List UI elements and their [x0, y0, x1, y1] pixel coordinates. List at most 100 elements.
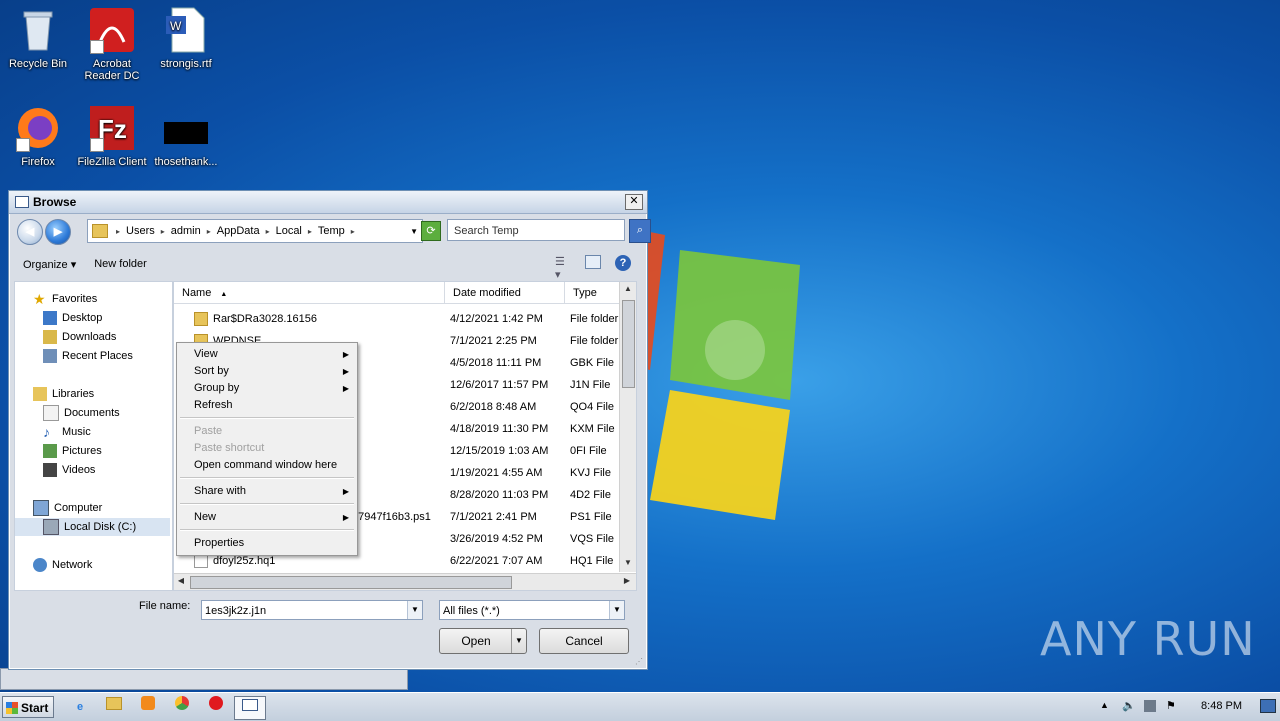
- scroll-up-arrow-icon[interactable]: ▲: [621, 282, 635, 296]
- column-header-type[interactable]: Type: [565, 282, 625, 304]
- chevron-down-icon[interactable]: ▼: [511, 629, 526, 653]
- file-name-label: File name:: [139, 600, 191, 612]
- chevron-right-icon: ▸: [350, 226, 355, 236]
- date-modified-cell: 7/1/2021 2:41 PM: [450, 511, 537, 523]
- breadcrumb-local[interactable]: Local: [276, 225, 302, 237]
- view-options-icon[interactable]: ☰ ▾: [555, 255, 571, 281]
- chevron-down-icon[interactable]: ▼: [609, 601, 624, 619]
- internet-explorer-icon[interactable]: e: [68, 696, 92, 718]
- date-modified-cell: 4/18/2019 11:30 PM: [450, 423, 549, 435]
- horizontal-scroll-thumb[interactable]: [190, 576, 512, 589]
- shortcut-arrow-icon: [90, 40, 104, 54]
- desktop-icon-thosethank[interactable]: thosethank...: [148, 98, 224, 168]
- type-cell: KVJ File: [570, 467, 611, 479]
- scroll-left-arrow-icon[interactable]: ◀: [174, 574, 188, 588]
- breadcrumb-users[interactable]: Users: [126, 225, 155, 237]
- nav-favorites[interactable]: ★ Favorites: [33, 290, 188, 308]
- vertical-scrollbar[interactable]: ▲ ▼: [619, 282, 636, 572]
- chrome-icon[interactable]: [170, 696, 194, 718]
- date-modified-cell: 12/6/2017 11:57 PM: [450, 379, 549, 391]
- dialog-title: Browse: [33, 195, 77, 209]
- nav-local-disk[interactable]: Local Disk (C:): [15, 518, 170, 536]
- menu-item-new[interactable]: New ▶: [177, 509, 357, 526]
- file-name-input[interactable]: 1es3jk2z.j1n ▼: [201, 600, 423, 620]
- chevron-down-icon[interactable]: ▼: [407, 601, 422, 619]
- menu-item-open-command-window[interactable]: Open command window here: [177, 457, 357, 474]
- preview-pane-icon[interactable]: [585, 255, 601, 269]
- file-type-filter[interactable]: All files (*.*) ▼: [439, 600, 625, 620]
- browse-dialog-taskbar-button[interactable]: [234, 696, 266, 720]
- forward-button[interactable]: ▶: [45, 219, 71, 245]
- organize-button[interactable]: Organize ▾: [19, 256, 80, 273]
- nav-network[interactable]: Network: [33, 556, 188, 574]
- type-cell: KXM File: [570, 423, 615, 435]
- clock[interactable]: 8:48 PM: [1201, 700, 1242, 712]
- scroll-down-arrow-icon[interactable]: ▼: [621, 556, 635, 570]
- word-doc-icon: W: [162, 6, 210, 54]
- folder-icon: [194, 312, 208, 326]
- scroll-right-arrow-icon[interactable]: ▶: [620, 574, 634, 588]
- desktop-icon-label: Recycle Bin: [8, 58, 68, 70]
- column-header-date[interactable]: Date modified: [445, 282, 565, 304]
- desktop-icon-strongis-rtf[interactable]: W strongis.rtf: [148, 0, 224, 70]
- search-icon[interactable]: ⌕: [629, 219, 651, 243]
- nav-label: Downloads: [62, 331, 117, 343]
- volume-icon[interactable]: 🔈: [1122, 699, 1136, 712]
- nav-libraries[interactable]: Libraries: [33, 385, 188, 403]
- nav-label: Computer: [54, 502, 103, 514]
- svg-text:W: W: [170, 19, 182, 33]
- menu-item-view[interactable]: View ▶: [177, 346, 357, 363]
- date-modified-cell: 1/19/2021 4:55 AM: [450, 467, 543, 479]
- back-button[interactable]: ◀: [17, 219, 43, 245]
- column-header-name[interactable]: Name ▲: [174, 282, 445, 304]
- cancel-button[interactable]: Cancel: [539, 628, 629, 654]
- table-row[interactable]: Rar$DRa3028.16156 4/12/2021 1:42 PM File f…: [174, 308, 620, 330]
- help-icon[interactable]: ?: [615, 255, 631, 271]
- vertical-scroll-thumb[interactable]: [622, 300, 635, 388]
- new-folder-button[interactable]: New folder: [90, 256, 151, 272]
- network-tray-icon[interactable]: [1144, 700, 1156, 712]
- navigation-pane: ★ Favorites Desktop Downloads Recent Pla…: [14, 281, 173, 591]
- breadcrumb[interactable]: ▸ Users ▸ admin ▸ AppData ▸ Local ▸ Temp…: [87, 219, 423, 243]
- show-hidden-icons-icon[interactable]: ▲: [1100, 700, 1109, 710]
- desktop-icon-acrobat[interactable]: Acrobat Reader DC: [74, 0, 150, 82]
- command-bar: Organize ▾ New folder ☰ ▾ ?: [9, 251, 645, 281]
- desktop-icon-label: strongis.rtf: [160, 58, 212, 70]
- menu-item-share-with[interactable]: Share with ▶: [177, 483, 357, 500]
- start-button[interactable]: Start: [2, 696, 54, 718]
- breadcrumb-temp[interactable]: Temp: [318, 225, 345, 237]
- opera-icon[interactable]: [204, 696, 228, 718]
- date-modified-cell: 6/22/2021 7:07 AM: [450, 555, 543, 567]
- resize-grip-icon[interactable]: ⋰: [635, 657, 645, 667]
- desktop-icon-filezilla[interactable]: Fz FileZilla Client: [74, 98, 150, 168]
- date-modified-cell: 4/5/2018 11:11 PM: [450, 357, 542, 369]
- media-player-icon[interactable]: [136, 696, 160, 718]
- open-button[interactable]: Open ▼: [439, 628, 527, 654]
- file-explorer-icon[interactable]: [102, 696, 126, 718]
- menu-label: Share with: [194, 485, 246, 497]
- menu-item-properties[interactable]: Properties: [177, 535, 357, 552]
- horizontal-scrollbar[interactable]: ◀ ▶: [174, 573, 636, 590]
- show-desktop-icon[interactable]: [1260, 699, 1276, 713]
- chevron-down-icon[interactable]: ▼: [410, 227, 418, 236]
- file-name-cell: Rar$DRa3028.16156: [194, 308, 317, 330]
- menu-item-sort-by[interactable]: Sort by ▶: [177, 363, 357, 380]
- breadcrumb-appdata[interactable]: AppData: [217, 225, 260, 237]
- close-button[interactable]: ✕: [625, 194, 643, 210]
- libraries-icon: [33, 387, 47, 401]
- menu-item-group-by[interactable]: Group by ▶: [177, 380, 357, 397]
- action-center-flag-icon[interactable]: ⚑: [1166, 699, 1176, 712]
- recycle-bin-icon: [14, 6, 62, 54]
- desktop-icon-recycle-bin[interactable]: Recycle Bin: [0, 0, 76, 70]
- desktop-icon-firefox[interactable]: Firefox: [0, 98, 76, 168]
- dialog-titlebar[interactable]: Browse: [9, 191, 647, 214]
- submenu-arrow-icon: ▶: [342, 367, 349, 376]
- submenu-arrow-icon: ▶: [342, 487, 349, 496]
- nav-computer[interactable]: Computer: [33, 499, 188, 517]
- refresh-icon[interactable]: ⟳: [421, 221, 441, 241]
- search-input[interactable]: Search Temp: [447, 219, 625, 241]
- desktop-icon-label: Acrobat Reader DC: [84, 58, 140, 82]
- menu-item-refresh[interactable]: Refresh: [177, 397, 357, 414]
- type-cell: PS1 File: [570, 511, 612, 523]
- breadcrumb-admin[interactable]: admin: [171, 225, 201, 237]
